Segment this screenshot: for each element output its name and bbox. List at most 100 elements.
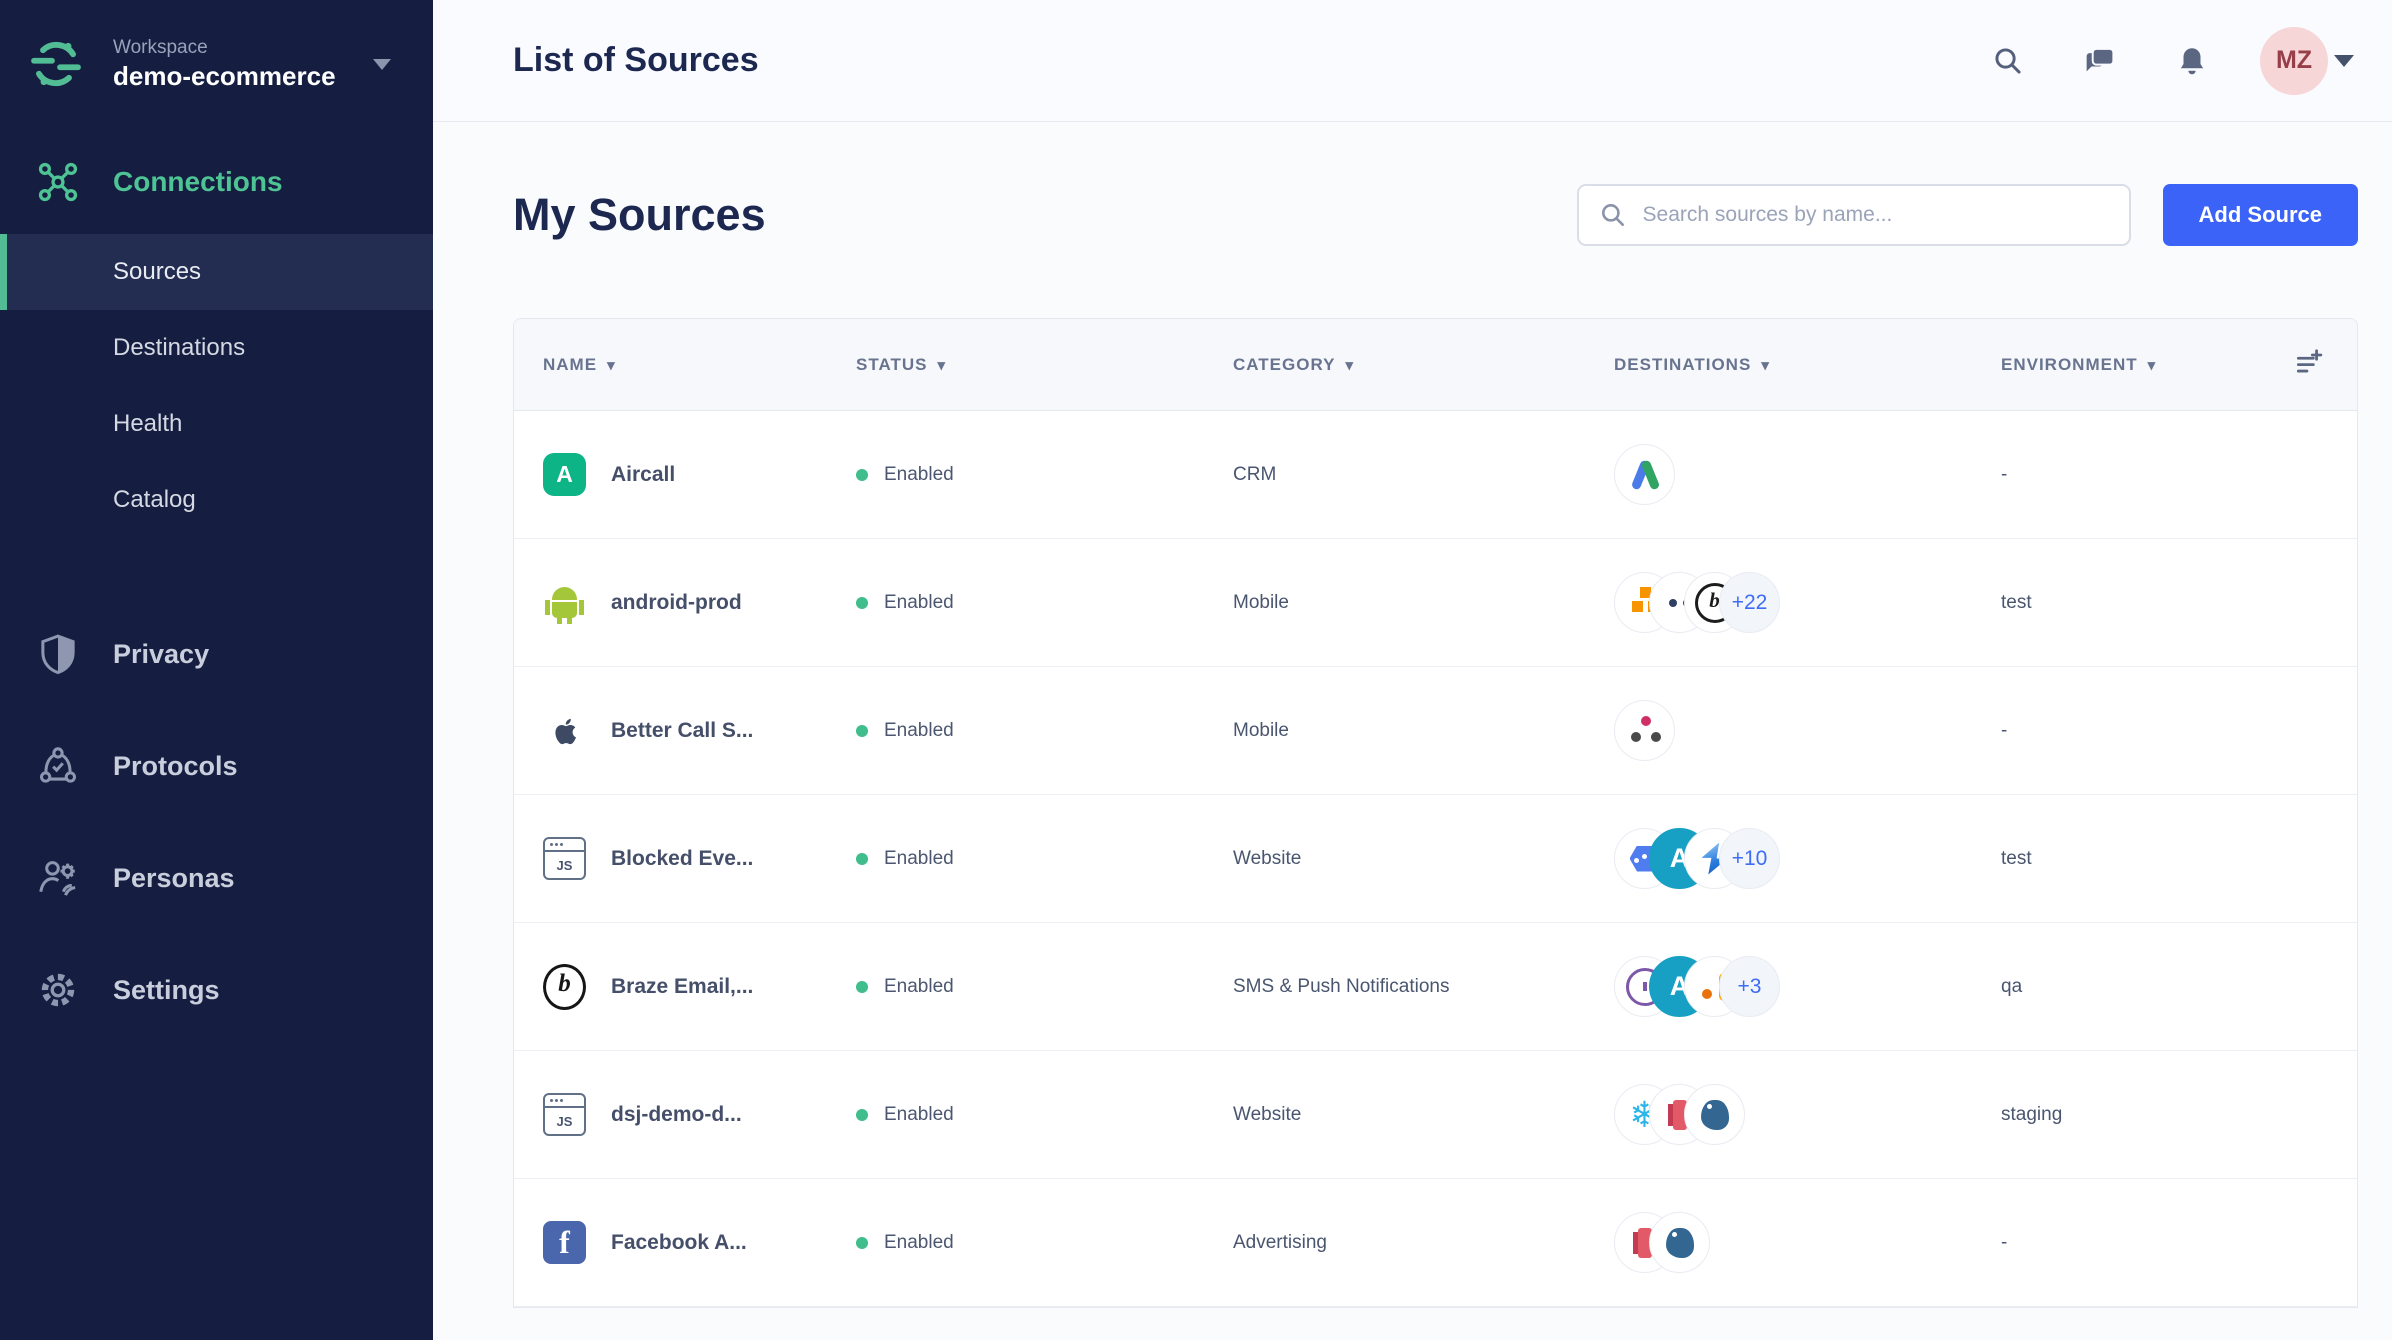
category-label: Website [1233,1103,1302,1125]
status-label: Enabled [884,463,954,485]
table-row[interactable]: android-prod Enabled Mobile +22 test [514,539,2357,667]
destination-icon [1614,700,1675,761]
list-plus-icon [2296,348,2323,372]
sidebar-item-settings[interactable]: Settings [0,952,433,1028]
environment-label: - [2001,719,2008,741]
content: My Sources Add Source NAME ▾ STATUS ▾ [433,122,2392,1308]
destinations-stack [1614,1084,2001,1145]
sidebar-item-label: Catalog [113,486,196,514]
status-label: Enabled [884,975,954,997]
sidebar-item-label: Destinations [113,334,246,362]
table-row[interactable]: Braze Email,... Enabled SMS & Push Notif… [514,923,2357,1051]
source-logo-icon [543,1221,586,1264]
sidebar-item-privacy[interactable]: Privacy [0,616,433,692]
edit-columns-button[interactable] [2293,347,2323,382]
column-header-status[interactable]: STATUS ▾ [856,355,1233,375]
source-name: Better Call S... [611,718,754,742]
environment-label: test [2001,847,2032,869]
column-label: STATUS [856,354,928,374]
status-label: Enabled [884,719,954,741]
apple-logo-icon [554,718,576,744]
destinations-stack [1614,700,2001,761]
sort-caret-icon: ▾ [1761,356,1770,374]
destination-icon [1649,1212,1710,1273]
page-title: List of Sources [513,41,759,79]
column-label: CATEGORY [1233,354,1336,374]
bell-icon [2180,47,2204,74]
destinations-more-badge: +22 [1719,572,1780,633]
destination-icon [1614,444,1675,505]
status-dot-icon [856,980,868,993]
table-row[interactable]: Better Call S... Enabled Mobile - [514,667,2357,795]
sidebar-item-personas[interactable]: Personas [0,840,433,916]
category-label: CRM [1233,463,1277,485]
avatar[interactable]: MZ [2260,26,2328,95]
environment-label: qa [2001,975,2023,997]
destinations-more-badge: +10 [1719,828,1780,889]
sidebar-item-protocols[interactable]: Protocols [0,728,433,804]
notifications-button[interactable] [2168,37,2216,85]
sidebar-item-label: Health [113,410,183,438]
sort-caret-icon: ▾ [607,356,616,374]
search-sources-input[interactable] [1642,203,2129,227]
search-icon [1601,204,1624,226]
category-label: SMS & Push Notifications [1233,975,1450,997]
sidebar-item-connections[interactable]: Connections [0,156,433,208]
add-source-button[interactable]: Add Source [2162,184,2358,246]
column-header-category[interactable]: CATEGORY ▾ [1233,355,1614,375]
search-icon [1995,47,2021,74]
status-dot-icon [856,724,868,737]
sidebar-item-health[interactable]: Health [0,386,433,462]
search-button[interactable] [1984,37,2032,85]
status-label: Enabled [884,591,954,613]
sidebar-item-label: Connections [113,166,283,198]
category-label: Advertising [1233,1231,1327,1253]
source-logo-icon [543,1093,586,1136]
chat-icon [2086,47,2115,71]
main-area: List of Sources MZ My Sources Search sou… [433,0,2392,1340]
source-name: Blocked Eve... [611,846,754,870]
connections-icon [38,163,78,202]
sort-caret-icon: ▾ [1345,356,1354,374]
chevron-down-icon[interactable] [2334,54,2354,67]
workspace-switcher[interactable]: Workspace demo-ecommerce [0,0,433,92]
status-dot-icon [856,852,868,865]
sidebar-item-destinations[interactable]: Destinations [0,310,433,386]
column-header-destinations[interactable]: DESTINATIONS ▾ [1614,355,2001,375]
table-row[interactable]: Blocked Eve... Enabled Website +10 test [514,795,2357,923]
sidebar-item-catalog[interactable]: Catalog [0,462,433,538]
workspace-name: demo-ecommerce [113,60,336,91]
gear-icon [41,974,75,1007]
destinations-stack: +10 [1614,828,2001,889]
table-header: NAME ▾ STATUS ▾ CATEGORY ▾ DESTINATIONS ▾ EN… [514,319,2357,411]
table-row[interactable]: Facebook A... Enabled Advertising - [514,1179,2357,1307]
status-dot-icon [856,1236,868,1249]
column-header-name[interactable]: NAME ▾ [543,355,856,375]
search-sources-box [1576,184,2131,246]
protocols-icon [39,747,77,783]
status-dot-icon [856,1108,868,1121]
connections-sub-nav: Sources Destinations Health Catalog [0,234,433,538]
column-label: NAME [543,354,598,374]
source-name: android-prod [611,590,742,614]
table-row[interactable]: Aircall Enabled CRM - [514,411,2357,539]
destinations-stack [1614,1212,2001,1273]
environment-label: staging [2001,1103,2063,1125]
source-logo-icon [543,581,586,624]
shield-icon [41,634,75,675]
chat-button[interactable] [2076,37,2124,85]
sidebar-item-sources[interactable]: Sources [0,234,433,311]
destinations-more-badge: +3 [1719,956,1780,1017]
destination-icon [1684,1084,1745,1145]
sidebar-sections: Privacy Protocols Personas Settings [0,580,433,1028]
status-label: Enabled [884,847,954,869]
sort-caret-icon: ▾ [937,356,947,374]
sidebar-item-label: Settings [113,974,220,1005]
status-dot-icon [856,596,868,609]
toolbar: My Sources Add Source [513,184,2358,246]
sort-caret-icon: ▾ [2147,356,2157,374]
source-logo-icon [543,453,586,496]
source-logo-icon [543,709,586,752]
table-row[interactable]: dsj-demo-d... Enabled Website staging [514,1051,2357,1179]
chevron-down-icon[interactable] [373,58,391,70]
